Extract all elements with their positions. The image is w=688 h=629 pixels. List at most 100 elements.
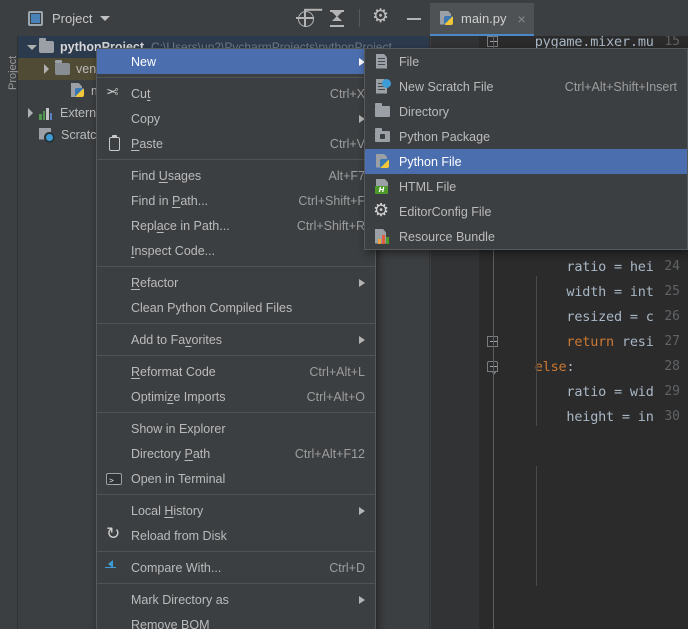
python-file-icon: [373, 153, 391, 170]
menu-item-label: Copy: [131, 111, 161, 126]
menu-item-add-to-favorites[interactable]: Add to Favorites: [97, 327, 375, 352]
submenu-item-label: Resource Bundle: [399, 229, 495, 244]
left-tool-strip[interactable]: Project: [0, 36, 19, 629]
chevron-down-icon[interactable]: [24, 41, 37, 54]
editor-tab-strip[interactable]: main.py ×: [430, 0, 688, 36]
close-icon[interactable]: ×: [518, 12, 526, 26]
menu-item-accelerator: Ctrl+Alt+O: [306, 389, 365, 404]
line-number: 25: [664, 284, 680, 299]
menu-item-open-in-terminal[interactable]: >_ Open in Terminal: [97, 466, 375, 491]
menu-item-label: Find Usages: [131, 168, 202, 183]
submenu-item-directory[interactable]: Directory: [365, 99, 687, 124]
collapse-all-icon[interactable]: [327, 8, 347, 28]
line-number: 27: [664, 334, 680, 349]
menu-item-inspect-code[interactable]: Inspect Code...: [97, 238, 375, 263]
context-menu[interactable]: New Cut Ctrl+X Copy Paste Ctrl+V Find Usages Al…: [96, 48, 376, 629]
menu-separator: [97, 323, 375, 324]
code-line: ratio = hei: [566, 259, 654, 275]
submenu-item-file[interactable]: File: [365, 49, 687, 74]
python-package-icon: [373, 127, 391, 145]
menu-item-label: Find in Path...: [131, 193, 209, 208]
menu-item-paste[interactable]: Paste Ctrl+V: [97, 131, 375, 156]
menu-item-accelerator: Ctrl+Alt+L: [309, 364, 365, 379]
menu-item-label: Inspect Code...: [131, 243, 216, 258]
chevron-right-icon[interactable]: [24, 107, 37, 120]
scratch-file-icon: [373, 78, 391, 95]
tab-label: main.py: [461, 11, 507, 26]
submenu-item-python-file[interactable]: Python File: [365, 149, 687, 174]
menu-item-mark-directory-as[interactable]: Mark Directory as: [97, 587, 375, 612]
menu-item-accelerator: Ctrl+Alt+F12: [294, 446, 365, 461]
menu-item-accelerator: Ctrl+D: [329, 560, 365, 575]
menu-separator: [97, 494, 375, 495]
library-icon: [39, 106, 54, 120]
project-window-icon: [28, 10, 43, 26]
chevron-right-icon[interactable]: [40, 63, 53, 76]
folder-icon: [55, 60, 70, 75]
line-number: 15: [664, 34, 680, 49]
menu-item-optimize-imports[interactable]: Optimize Imports Ctrl+Alt+O: [97, 384, 375, 409]
locate-icon[interactable]: [295, 8, 315, 28]
submenu-item-label: Python Package: [399, 129, 491, 144]
menu-item-label: Show in Explorer: [131, 421, 226, 436]
menu-item-label: Directory Path: [131, 446, 211, 461]
new-submenu[interactable]: File New Scratch File Ctrl+Alt+Shift+Inser…: [364, 48, 688, 250]
menu-item-clean-python-compiled-files[interactable]: Clean Python Compiled Files: [97, 295, 375, 320]
tool-window-actions[interactable]: [295, 0, 424, 36]
menu-item-local-history[interactable]: Local History: [97, 498, 375, 523]
menu-item-reformat-code[interactable]: Reformat Code Ctrl+Alt+L: [97, 359, 375, 384]
chevron-right-icon: [359, 506, 365, 515]
submenu-item-accelerator: Ctrl+Alt+Shift+Insert: [564, 79, 677, 94]
menu-item-reload-from-disk[interactable]: Reload from Disk: [97, 523, 375, 548]
menu-item-label: Refactor: [131, 275, 179, 290]
line-number: 28: [664, 359, 680, 374]
submenu-item-label: File: [399, 54, 420, 69]
submenu-item-label: Python File: [399, 154, 462, 169]
top-bar: Project main.py ×: [0, 0, 688, 36]
line-number: 26: [664, 309, 680, 324]
chevron-down-icon[interactable]: [100, 15, 111, 21]
menu-item-cut[interactable]: Cut Ctrl+X: [97, 81, 375, 106]
menu-item-copy[interactable]: Copy: [97, 106, 375, 131]
menu-item-accelerator: Ctrl+V: [329, 136, 365, 151]
submenu-item-html-file[interactable]: H HTML File: [365, 174, 687, 199]
tree-arrow-placeholder: [56, 85, 69, 98]
menu-item-accelerator: Ctrl+Shift+R: [296, 218, 365, 233]
toolbar-divider: [359, 9, 360, 27]
code-line: else:: [534, 359, 575, 375]
menu-separator: [97, 159, 375, 160]
submenu-item-editorconfig-file[interactable]: EditorConfig File: [365, 199, 687, 224]
submenu-item-python-package[interactable]: Python Package: [365, 124, 687, 149]
menu-item-find-usages[interactable]: Find Usages Alt+F7: [97, 163, 375, 188]
scratches-icon: [39, 127, 55, 143]
menu-item-refactor[interactable]: Refactor: [97, 270, 375, 295]
menu-item-label: Optimize Imports: [131, 389, 226, 404]
directory-icon: [373, 102, 391, 120]
menu-separator: [97, 551, 375, 552]
menu-item-remove-bom[interactable]: Remove BOM: [97, 612, 375, 629]
menu-item-label: Cut: [131, 86, 151, 101]
editorconfig-icon: [373, 200, 391, 221]
line-number: 30: [664, 409, 680, 424]
menu-item-compare-with[interactable]: Compare With... Ctrl+D: [97, 555, 375, 580]
menu-item-replace-in-path[interactable]: Replace in Path... Ctrl+Shift+R: [97, 213, 375, 238]
menu-item-directory-path[interactable]: Directory Path Ctrl+Alt+F12: [97, 441, 375, 466]
menu-item-label: Mark Directory as: [131, 592, 229, 607]
menu-item-label: Clean Python Compiled Files: [131, 300, 293, 315]
paste-icon: [105, 134, 123, 152]
menu-item-label: Open in Terminal: [131, 471, 226, 486]
compare-icon: [105, 559, 123, 576]
menu-item-new[interactable]: New: [97, 49, 375, 74]
menu-item-find-in-path[interactable]: Find in Path... Ctrl+Shift+F: [97, 188, 375, 213]
code-line: width = int: [566, 284, 654, 300]
settings-gear-icon[interactable]: [372, 5, 392, 28]
menu-item-show-in-explorer[interactable]: Show in Explorer: [97, 416, 375, 441]
minimize-icon[interactable]: [404, 8, 424, 28]
submenu-item-label: HTML File: [399, 179, 457, 194]
submenu-item-new-scratch-file[interactable]: New Scratch File Ctrl+Alt+Shift+Insert: [365, 74, 687, 99]
html-file-icon: H: [373, 178, 391, 195]
tab-main-py[interactable]: main.py ×: [430, 3, 534, 36]
submenu-item-label: Directory: [399, 104, 450, 119]
submenu-item-resource-bundle[interactable]: Resource Bundle: [365, 224, 687, 249]
indent-guide: [536, 466, 537, 586]
